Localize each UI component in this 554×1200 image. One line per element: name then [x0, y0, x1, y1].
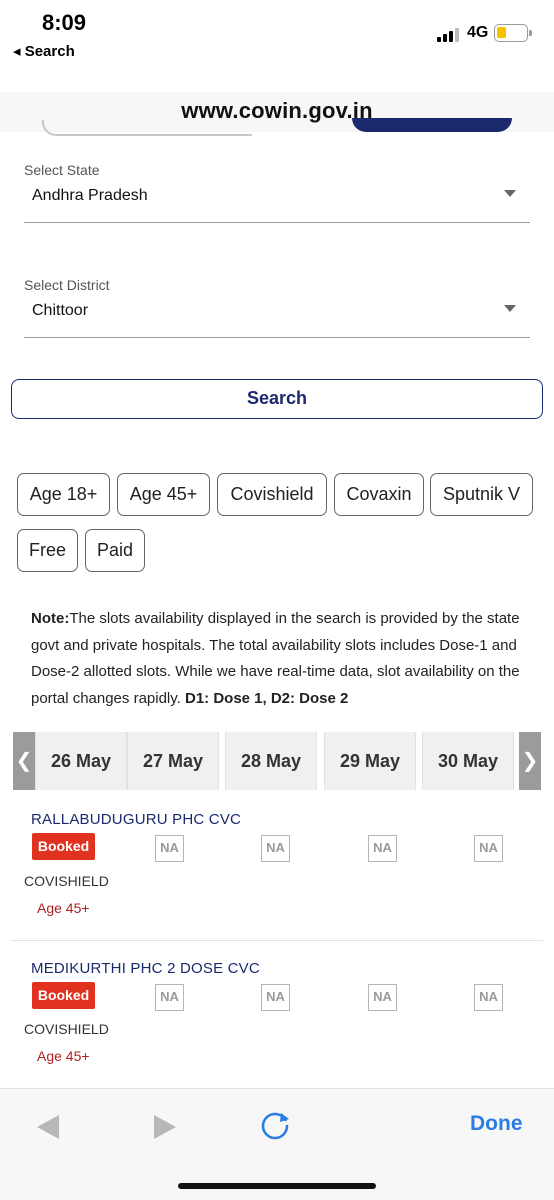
date-carousel: ❮ 26 May 27 May 28 May 29 May 30 May ❯ [13, 732, 541, 790]
slots-note: Note:The slots availability displayed in… [31, 606, 531, 712]
state-select-value: Andhra Pradesh [32, 187, 148, 204]
done-button[interactable]: Done [470, 1112, 523, 1136]
search-button[interactable]: Search [11, 379, 543, 419]
state-select-label: Select State [24, 162, 100, 178]
back-to-search-link[interactable]: ◂ Search [13, 42, 75, 60]
vaccine-name: COVISHIELD [24, 1021, 109, 1037]
state-dropdown-caret-icon[interactable] [504, 190, 516, 197]
date-tab-1[interactable]: 26 May [35, 732, 127, 790]
filter-age-45-chip[interactable]: Age 45+ [117, 473, 210, 516]
network-type: 4G [467, 24, 489, 41]
district-select-value: Chittoor [32, 302, 89, 319]
slot-booked-badge: Booked [32, 833, 95, 860]
center-name[interactable]: MEDIKURTHI PHC 2 DOSE CVC [31, 960, 260, 977]
state-select-underline [24, 222, 530, 223]
filter-free-chip[interactable]: Free [17, 529, 78, 572]
filter-covishield-chip[interactable]: Covishield [217, 473, 327, 516]
note-prefix: Note: [31, 610, 70, 627]
filter-paid-chip[interactable]: Paid [85, 529, 145, 572]
slot-na-badge: NA [474, 835, 503, 862]
center-divider [11, 940, 543, 941]
slot-na-badge: NA [155, 984, 184, 1011]
district-dropdown-caret-icon[interactable] [504, 305, 516, 312]
age-limit: Age 45+ [37, 900, 90, 916]
battery-icon [494, 24, 532, 42]
age-limit: Age 45+ [37, 1048, 90, 1064]
slot-na-badge: NA [368, 984, 397, 1011]
district-select-label: Select District [24, 277, 110, 293]
slot-na-badge: NA [155, 835, 184, 862]
date-tab-4[interactable]: 29 May [324, 732, 416, 790]
district-select-underline [24, 337, 530, 338]
forward-arrow-icon[interactable] [154, 1115, 176, 1139]
status-bar: 8:09 ◂ Search 4G [0, 0, 554, 92]
prev-dates-chevron-icon[interactable]: ❮ [13, 732, 35, 790]
date-tab-3[interactable]: 28 May [225, 732, 317, 790]
reload-icon[interactable] [258, 1109, 292, 1143]
slot-na-badge: NA [368, 835, 397, 862]
slot-booked-badge: Booked [32, 982, 95, 1009]
slot-na-badge: NA [261, 984, 290, 1011]
state-select[interactable]: Select State Andhra Pradesh [24, 162, 530, 224]
filter-age-18-chip[interactable]: Age 18+ [17, 473, 110, 516]
tab-switcher-edge [42, 120, 252, 136]
signal-icon [437, 26, 461, 42]
vaccine-name: COVISHIELD [24, 873, 109, 889]
home-indicator[interactable] [178, 1183, 376, 1189]
date-tab-2[interactable]: 27 May [127, 732, 219, 790]
dose-legend: D1: Dose 1, D2: Dose 2 [184, 689, 349, 707]
slot-na-badge: NA [474, 984, 503, 1011]
center-name[interactable]: RALLABUDUGURU PHC CVC [31, 811, 241, 828]
date-tab-5[interactable]: 30 May [422, 732, 514, 790]
browser-toolbar: Done [0, 1088, 554, 1200]
filter-sputnik-v-chip[interactable]: Sputnik V [430, 473, 533, 516]
tab-switcher-active-edge [352, 118, 512, 132]
status-time: 8:09 [42, 10, 87, 35]
slot-na-badge: NA [261, 835, 290, 862]
next-dates-chevron-icon[interactable]: ❯ [519, 732, 541, 790]
district-select[interactable]: Select District Chittoor [24, 277, 530, 339]
filter-covaxin-chip[interactable]: Covaxin [334, 473, 424, 516]
back-arrow-icon[interactable] [37, 1115, 59, 1139]
